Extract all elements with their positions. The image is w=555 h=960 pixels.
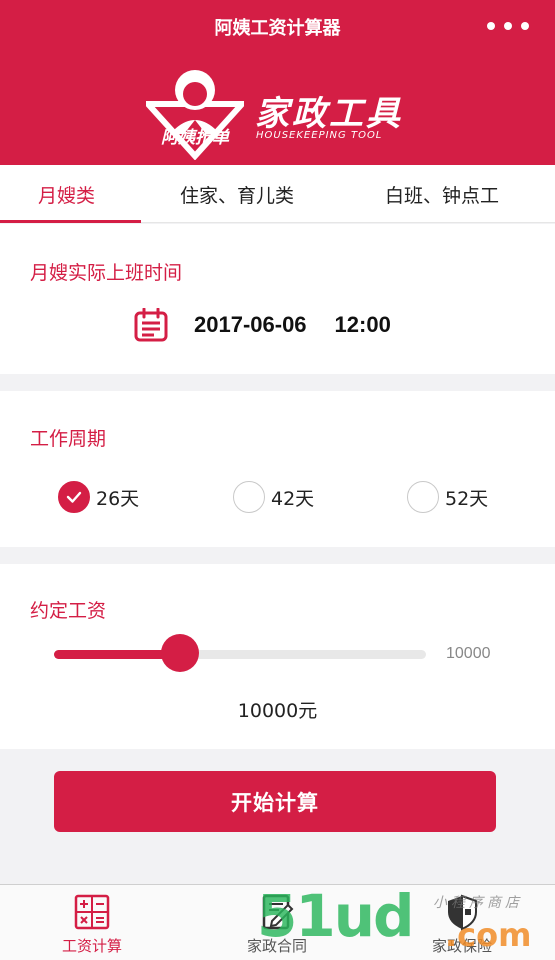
salary-slider[interactable]	[54, 650, 426, 659]
datetime-picker[interactable]: 2017-06-06 12:00	[134, 308, 391, 342]
slider-handle[interactable]	[161, 634, 200, 672]
tab-live-in-childcare[interactable]: 住家、育儿类	[180, 181, 294, 208]
salary-value: 10000元	[237, 700, 318, 722]
radio-checked-icon[interactable]	[58, 481, 90, 513]
category-tabs: 月嫂类 住家、育儿类 白班、钟点工	[0, 165, 555, 223]
more-menu-icon[interactable]	[487, 22, 529, 30]
period-option-52[interactable]: 52天	[407, 481, 488, 513]
start-calculation-button[interactable]: 开始计算	[54, 771, 496, 832]
tab-day-hourly[interactable]: 白班、钟点工	[385, 181, 499, 208]
period-option-label: 26天	[96, 487, 140, 510]
work-time-card: 月嫂实际上班时间 2017-06-06 12:00	[0, 224, 555, 374]
brand-subtitle: HOUSEKEEPING TOOL	[256, 130, 383, 141]
tabbar-item-insurance[interactable]: 家政保险	[392, 885, 532, 960]
tabbar-label: 家政合同	[246, 937, 307, 955]
brand-banner: 阿姨抢单 家政工具 HOUSEKEEPING TOOL	[0, 52, 555, 165]
period-option-label: 52天	[445, 487, 489, 510]
radio-unchecked-icon[interactable]	[233, 481, 265, 513]
salary-card: 约定工资 10000 10000元	[0, 564, 555, 749]
active-tab-indicator	[0, 220, 141, 223]
radio-unchecked-icon[interactable]	[407, 481, 439, 513]
logo-mark: 阿姨抢单	[146, 70, 244, 160]
work-period-title: 工作周期	[30, 428, 107, 450]
period-option-42[interactable]: 42天	[233, 481, 314, 513]
work-period-card: 工作周期 26天 42天 52天	[0, 391, 555, 547]
page-title: 阿姨工资计算器	[214, 18, 341, 39]
period-option-label: 42天	[271, 487, 315, 510]
tabbar-item-contract[interactable]: 家政合同	[207, 885, 347, 960]
bottom-tab-bar: 工资计算 家政合同 家政保险	[0, 884, 555, 960]
time-value[interactable]: 12:00	[335, 312, 391, 338]
logo-badge-text: 阿姨抢单	[161, 128, 230, 148]
brand-title: 家政工具	[255, 94, 403, 134]
shield-icon	[448, 894, 477, 931]
period-option-26[interactable]: 26天	[58, 481, 139, 513]
contract-icon	[262, 894, 294, 930]
tabbar-label: 工资计算	[61, 937, 122, 955]
calendar-icon	[134, 308, 168, 342]
slider-max-label: 10000	[446, 645, 491, 662]
navigation-bar: 阿姨工资计算器	[0, 0, 555, 52]
tabbar-item-salary[interactable]: 工资计算	[22, 885, 162, 960]
work-time-title: 月嫂实际上班时间	[30, 262, 183, 284]
date-value[interactable]: 2017-06-06	[194, 312, 307, 338]
tabbar-label: 家政保险	[431, 937, 492, 955]
salary-title: 约定工资	[30, 600, 107, 622]
calculator-icon	[74, 894, 110, 930]
tab-maternity-nanny[interactable]: 月嫂类	[38, 181, 95, 208]
